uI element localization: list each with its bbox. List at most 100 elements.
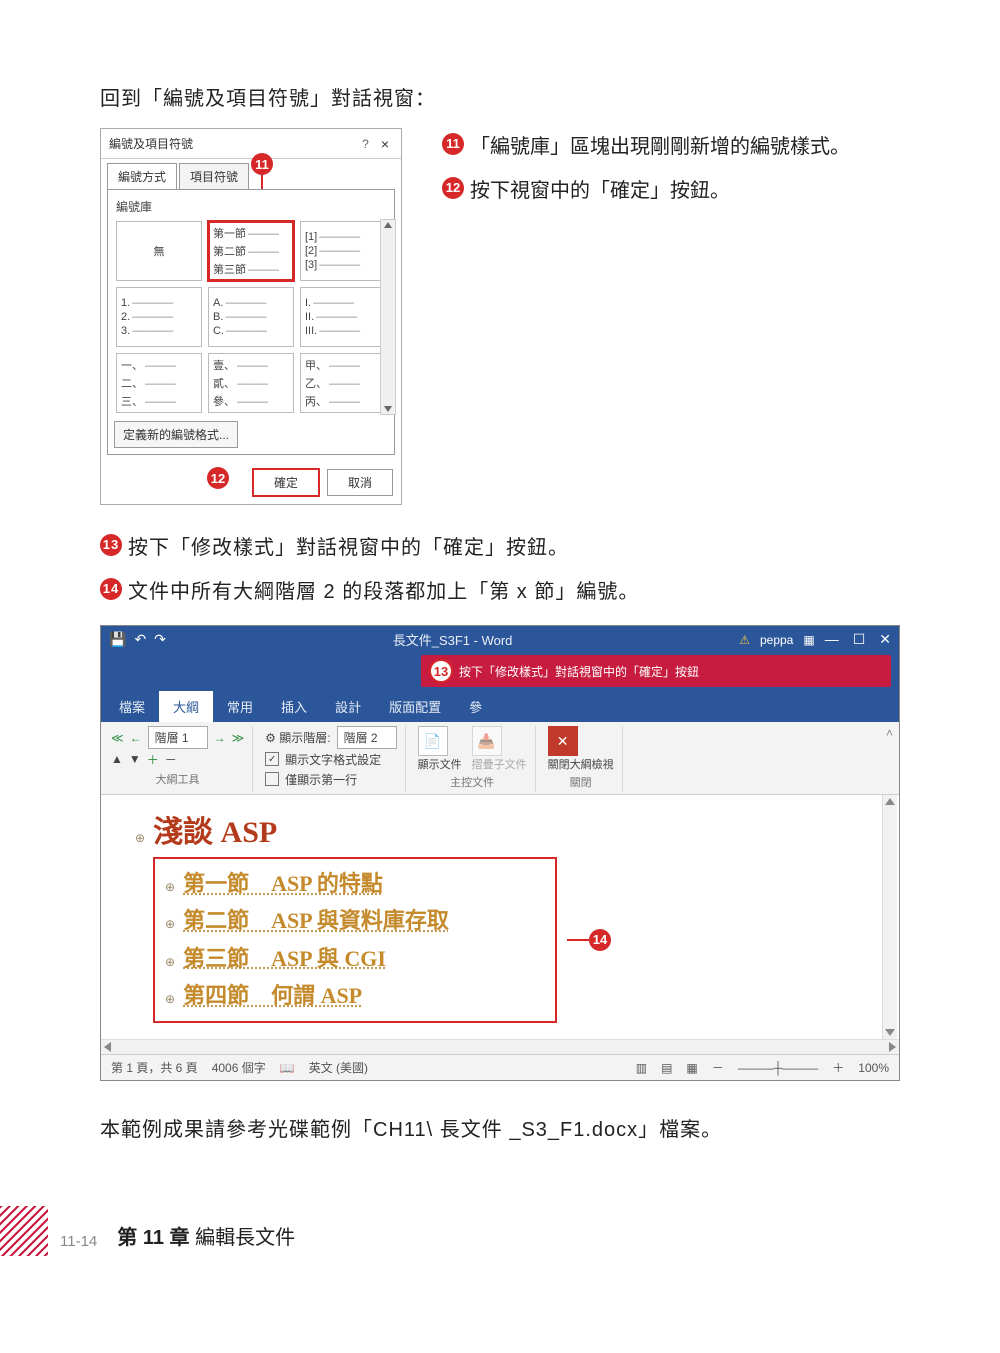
callout-14-overlay: 14: [589, 929, 611, 951]
define-new-format-button[interactable]: 定義新的編號格式...: [114, 421, 238, 448]
zoom-slider[interactable]: ———┼———: [738, 1061, 819, 1075]
first-line-label: 僅顯示第一行: [285, 771, 357, 788]
tab-numbering[interactable]: 編號方式: [107, 163, 177, 189]
expand-icon[interactable]: ＋: [147, 751, 159, 768]
show-document-icon[interactable]: 📄: [418, 726, 448, 756]
minimize-icon[interactable]: —: [825, 631, 839, 648]
cell-roman[interactable]: I. ———— II. ———— III. ————: [300, 287, 386, 347]
move-down-icon[interactable]: ▼: [129, 752, 141, 766]
cell-none[interactable]: 無: [116, 221, 202, 281]
outline-level-dropdown[interactable]: 階層 1: [148, 726, 208, 749]
outline-marker-icon[interactable]: ⊕: [165, 992, 175, 1006]
document-area[interactable]: ⊕ 淺談 ASP ⊕ 第一節 ASP 的特點 ⊕ 第二節 ASP 與資料庫存取 ⊕ 第三…: [101, 795, 899, 1039]
tab-design[interactable]: 設計: [321, 691, 375, 722]
collapse-subdoc-label: 摺疊子文件: [472, 756, 527, 772]
overlay-banner: 13 按下「修改樣式」對話視窗中的「確定」按鈕: [421, 655, 891, 687]
close-outline-icon[interactable]: ✕: [548, 726, 578, 756]
tab-home[interactable]: 常用: [213, 691, 267, 722]
maximize-icon[interactable]: ☐: [853, 631, 866, 648]
step-11-text: 「編號庫」區塊出現剛剛新增的編號樣式。: [470, 128, 850, 166]
show-formatting-label: 顯示文字格式設定: [285, 751, 381, 768]
show-level-dropdown[interactable]: 階層 2: [337, 726, 397, 749]
footer-note: 本範例成果請參考光碟範例「CH11\ 長文件 _S3_F1.docx」檔案。: [100, 1111, 900, 1149]
quick-access-toolbar[interactable]: 💾 ↶ ↷: [109, 631, 166, 648]
dialog-scrollbar[interactable]: [380, 219, 396, 415]
heading-2: 第二節 ASP 與資料庫存取: [183, 908, 449, 933]
tab-file[interactable]: 檔案: [105, 691, 159, 722]
cell-brackets[interactable]: [1] ———— [2] ———— [3] ————: [300, 221, 386, 281]
view-web-icon[interactable]: ▦: [686, 1061, 697, 1075]
tab-layout[interactable]: 版面配置: [375, 691, 455, 722]
collapse-icon[interactable]: －: [165, 751, 177, 768]
ribbon-options-icon[interactable]: ▦: [803, 633, 814, 647]
heading-2: 第一節 ASP 的特點: [183, 871, 383, 896]
status-word-count[interactable]: 4006 個字: [212, 1059, 266, 1076]
warning-icon: ⚠: [739, 633, 750, 647]
promote-icon[interactable]: ←: [130, 731, 142, 745]
proofing-icon[interactable]: 📖: [280, 1061, 295, 1075]
ok-button[interactable]: 確定: [253, 469, 319, 496]
outline-marker-icon[interactable]: ⊕: [135, 831, 145, 845]
group-master-doc: 主控文件: [450, 774, 494, 790]
user-name: peppa: [760, 633, 793, 647]
tab-insert[interactable]: 插入: [267, 691, 321, 722]
outline-marker-icon[interactable]: ⊕: [165, 955, 175, 969]
outline-marker-icon[interactable]: ⊕: [165, 880, 175, 894]
group-outline-tools: 大綱工具: [111, 771, 244, 787]
status-page[interactable]: 第 1 頁，共 6 頁: [111, 1059, 198, 1076]
cancel-button[interactable]: 取消: [327, 469, 393, 496]
help-icon[interactable]: ?: [354, 137, 377, 151]
callout-14-line: [567, 939, 589, 941]
callout-12: 12: [207, 467, 229, 489]
show-document-label: 顯示文件: [418, 756, 462, 772]
callout-11: 11: [251, 153, 273, 175]
collapse-subdoc-icon: 📥: [472, 726, 502, 756]
zoom-in-icon[interactable]: ＋: [832, 1059, 844, 1076]
save-icon[interactable]: 💾: [109, 631, 126, 648]
outline-marker-icon[interactable]: ⊕: [165, 917, 175, 931]
demote-body-icon[interactable]: ≫: [232, 731, 245, 745]
show-formatting-checkbox[interactable]: ✓: [265, 752, 279, 766]
cell-stems[interactable]: 甲、 ——— 乙、 ——— 丙、 ———: [300, 353, 386, 413]
horizontal-scrollbar[interactable]: [101, 1039, 899, 1054]
close-icon[interactable]: ×: [377, 136, 393, 152]
close-outline-label: 關閉大綱檢視: [548, 756, 614, 772]
move-up-icon[interactable]: ▲: [111, 752, 123, 766]
first-line-checkbox[interactable]: [265, 772, 279, 786]
callout-12-text: 12: [442, 177, 464, 199]
status-language[interactable]: 英文 (美國): [309, 1059, 368, 1076]
demote-icon[interactable]: →: [214, 731, 226, 745]
callout-11-text: 11: [442, 133, 464, 155]
heading-1: 淺談 ASP: [153, 816, 277, 849]
cell-cjk[interactable]: 一、 ——— 二、 ——— 三、 ———: [116, 353, 202, 413]
zoom-out-icon[interactable]: －: [712, 1059, 724, 1076]
tab-bullets[interactable]: 項目符號: [179, 163, 249, 189]
cell-sections[interactable]: 第一節 ——— 第二節 ——— 第三節 ———: [208, 221, 294, 281]
collapse-ribbon-icon[interactable]: ˄: [886, 726, 893, 740]
tab-references[interactable]: 參: [455, 691, 496, 722]
page-number: 11-14: [60, 1233, 97, 1250]
show-level-label: ⚙ 顯示階層:: [265, 729, 330, 746]
window-close-icon[interactable]: ✕: [879, 631, 891, 648]
library-label: 編號庫: [114, 196, 388, 219]
vertical-scrollbar[interactable]: [882, 795, 897, 1039]
heading-2: 第四節 何謂 ASP: [183, 983, 362, 1008]
step-13-text: 按下「修改樣式」對話視窗中的「確定」按鈕。: [128, 529, 569, 567]
cell-numeric[interactable]: 1. ———— 2. ———— 3. ————: [116, 287, 202, 347]
zoom-level[interactable]: 100%: [858, 1061, 889, 1075]
promote-top-icon[interactable]: ≪: [111, 731, 124, 745]
redo-icon[interactable]: ↷: [154, 631, 166, 648]
callout-13-overlay: 13: [429, 659, 453, 683]
view-print-icon[interactable]: ▤: [661, 1061, 672, 1075]
step-14-text: 文件中所有大綱階層 2 的段落都加上「第 x 節」編號。: [128, 573, 639, 611]
word-window: 💾 ↶ ↷ 長文件_S3F1 - Word ⚠ peppa ▦ — ☐ ✕ 13…: [100, 625, 900, 1081]
dialog-title: 編號及項目符號: [109, 135, 354, 152]
cell-alpha[interactable]: A. ———— B. ———— C. ————: [208, 287, 294, 347]
cell-trad[interactable]: 壹、 ——— 貳、 ——— 參、 ———: [208, 353, 294, 413]
numbering-dialog: 編號及項目符號 ? × 編號方式 項目符號 11 編號庫 無 第一節 ——— 第…: [100, 128, 402, 505]
callout-11-line: [261, 173, 263, 189]
view-read-icon[interactable]: ▥: [636, 1061, 647, 1075]
undo-icon[interactable]: ↶: [134, 631, 146, 648]
heading-2: 第三節 ASP 與 CGI: [183, 946, 386, 971]
tab-outline[interactable]: 大綱: [159, 691, 213, 722]
